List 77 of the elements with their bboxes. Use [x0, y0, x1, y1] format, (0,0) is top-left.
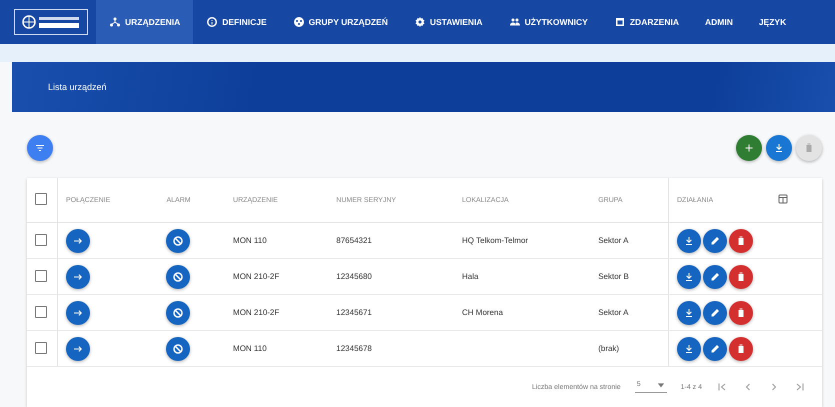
- blocked-icon: [172, 342, 184, 354]
- alarm-button[interactable]: [166, 300, 190, 324]
- edit-button[interactable]: [702, 336, 727, 360]
- blocked-icon: [172, 306, 184, 318]
- users-icon: [508, 16, 521, 28]
- edit-button[interactable]: [702, 300, 727, 324]
- delete-button[interactable]: [728, 336, 753, 360]
- nav-tab[interactable]: ADMIN: [692, 0, 746, 44]
- edit-button[interactable]: [702, 264, 727, 288]
- page-title: Lista urządzeń: [48, 82, 107, 92]
- table-cell: HQ Telkom-Telmor: [462, 236, 528, 245]
- pencil-icon: [708, 342, 721, 354]
- table-cell: 12345671: [336, 308, 372, 317]
- row-checkbox[interactable]: [35, 342, 47, 354]
- download-icon: [773, 142, 785, 154]
- row-checkbox[interactable]: [35, 234, 47, 246]
- pencil-icon: [708, 306, 721, 318]
- table-cell: 12345680: [336, 272, 372, 281]
- table-cell: CH Morena: [462, 308, 503, 317]
- connect-button[interactable]: [66, 300, 90, 324]
- alarm-button[interactable]: [166, 264, 190, 288]
- alarm-button[interactable]: [166, 336, 190, 360]
- add-button[interactable]: [736, 135, 762, 161]
- last-page-button[interactable]: [794, 381, 806, 393]
- filter-button[interactable]: [27, 135, 53, 161]
- pencil-icon: [708, 234, 721, 246]
- table-cell: MON 110: [233, 344, 267, 353]
- first-page-icon: [716, 381, 728, 393]
- delete-button[interactable]: [728, 228, 753, 252]
- dots-icon: [292, 16, 305, 28]
- logo[interactable]: [14, 9, 88, 35]
- table-cell: (brak): [598, 344, 620, 353]
- table-cell: Sektor A: [598, 236, 628, 245]
- nav-tab[interactable]: UŻYTKOWNICY: [496, 0, 601, 44]
- download-button[interactable]: [676, 264, 701, 288]
- connect-button[interactable]: [66, 336, 90, 360]
- download-button[interactable]: [766, 135, 792, 161]
- settings-icon: [414, 16, 426, 28]
- plus-icon: [743, 142, 755, 154]
- blocked-icon: [172, 270, 184, 282]
- nav-tab[interactable]: URZĄDZENIA: [96, 0, 194, 44]
- table-cell: Hala: [462, 272, 478, 281]
- columns-icon[interactable]: [776, 193, 789, 205]
- delete-button[interactable]: [728, 264, 753, 288]
- filter-icon: [34, 142, 46, 154]
- download-button[interactable]: [676, 300, 701, 324]
- blocked-icon: [172, 234, 184, 246]
- table-cell: 87654321: [336, 236, 372, 245]
- delete-button[interactable]: [728, 300, 753, 324]
- edit-button[interactable]: [702, 228, 727, 252]
- download-button[interactable]: [676, 336, 701, 360]
- first-page-button[interactable]: [716, 381, 728, 393]
- network-icon: [109, 16, 121, 28]
- connect-button[interactable]: [66, 228, 90, 252]
- calendar-icon: [614, 16, 626, 28]
- caret-icon: [656, 381, 665, 389]
- row-checkbox[interactable]: [35, 270, 47, 282]
- table-cell: 12345678: [336, 344, 372, 353]
- download-button[interactable]: [676, 228, 701, 252]
- nav-tab[interactable]: ZDARZENIA: [600, 0, 692, 44]
- nav-tab[interactable]: GRUPY URZĄDZEŃ: [280, 0, 401, 44]
- table-cell: Sektor A: [598, 308, 628, 317]
- connect-button[interactable]: [66, 264, 90, 288]
- nav-tab[interactable]: DEFINICJE: [193, 0, 280, 44]
- nav-tab[interactable]: JĘZYK: [746, 0, 800, 44]
- nav-tab[interactable]: USTAWIENIA: [400, 0, 496, 44]
- table-cell: MON 110: [233, 236, 267, 245]
- alarm-button[interactable]: [166, 228, 190, 252]
- table-cell: MON 210-2F: [233, 272, 280, 281]
- last-page-icon: [794, 381, 806, 393]
- select-all-checkbox[interactable]: [35, 193, 47, 205]
- table-cell: Sektor B: [598, 272, 629, 281]
- info-icon: [206, 16, 218, 28]
- table-cell: MON 210-2F: [233, 308, 280, 317]
- row-checkbox[interactable]: [35, 306, 47, 318]
- logo-icon: [21, 14, 81, 30]
- pencil-icon: [708, 270, 721, 282]
